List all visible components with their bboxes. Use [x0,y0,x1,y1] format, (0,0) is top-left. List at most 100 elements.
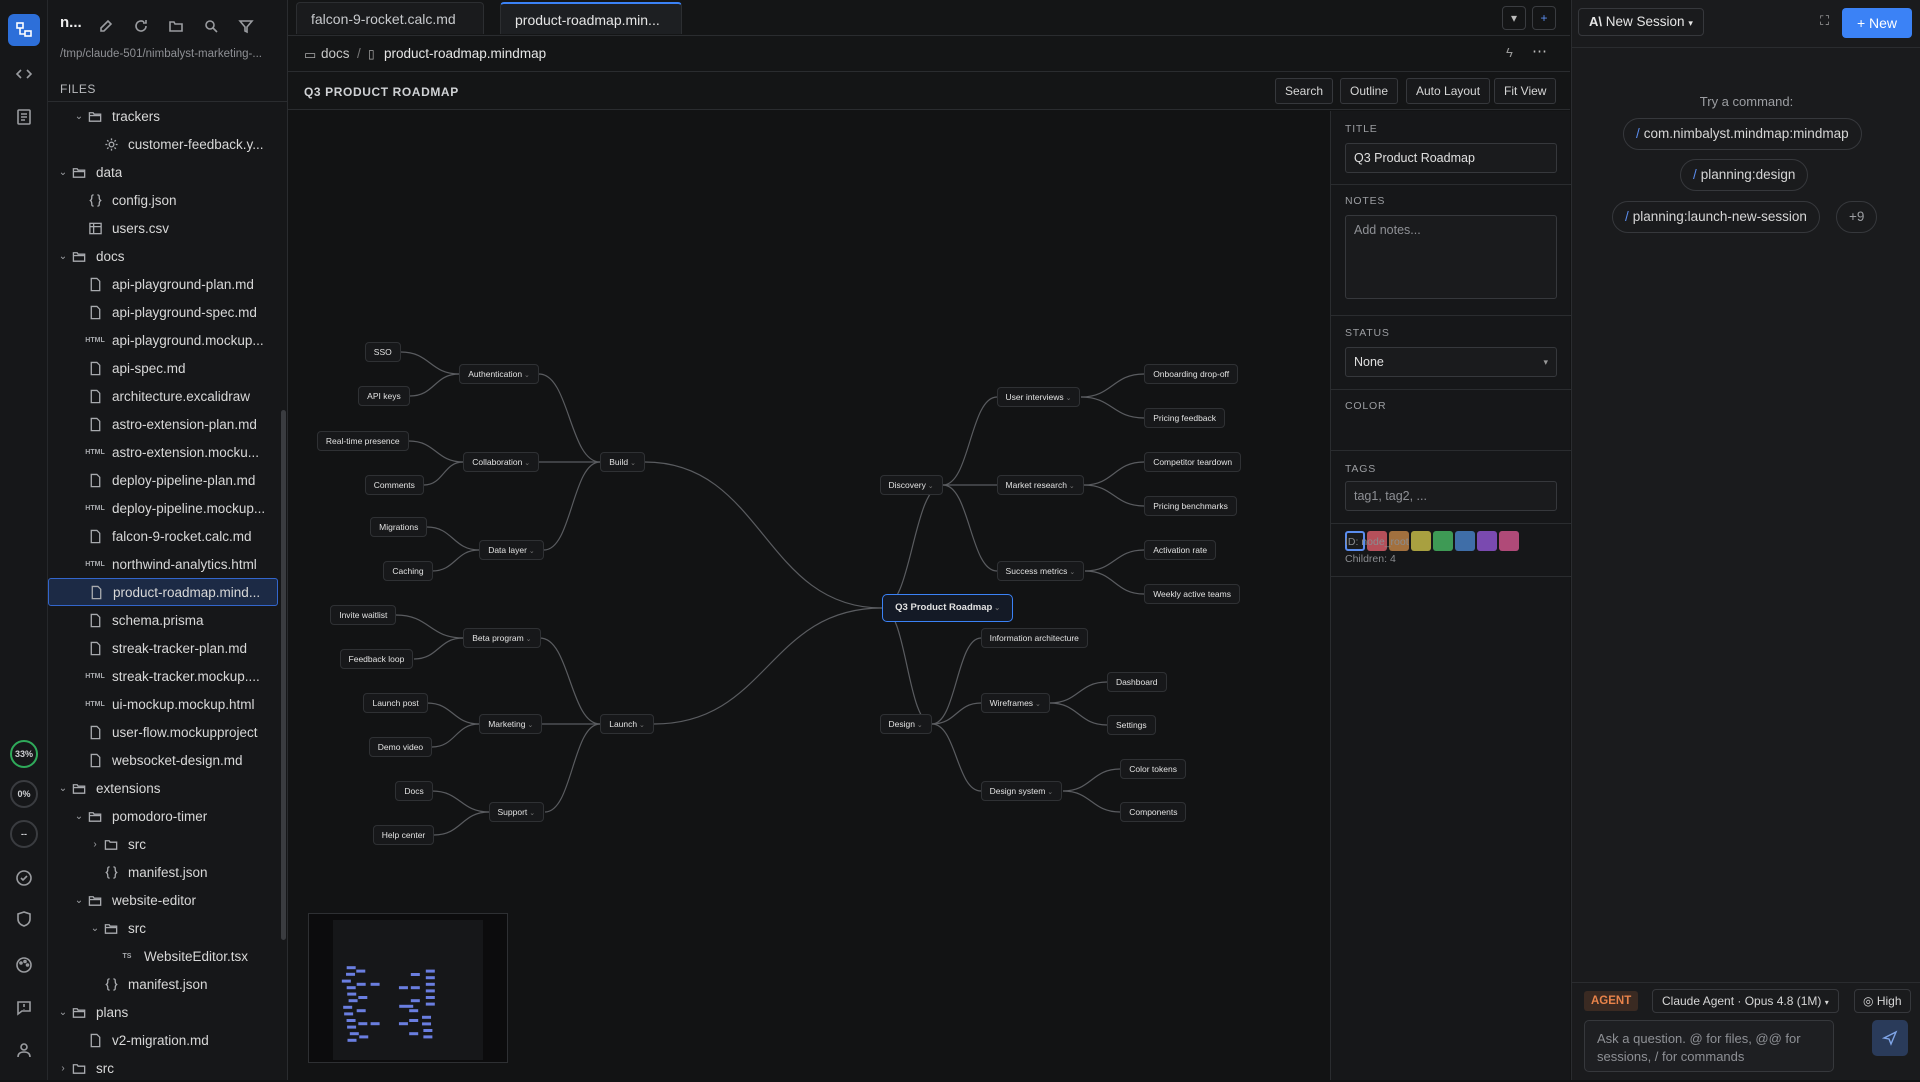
file-item[interactable]: product-roadmap.mind... [48,578,278,606]
file-item[interactable]: v2-migration.md [48,1026,280,1054]
new-button[interactable]: + New [1842,8,1912,38]
collapse-chevron-icon[interactable]: ⌄ [1033,701,1041,708]
mindmap-node-beta[interactable]: Beta program ⌄ [463,627,541,648]
command-chip-launch[interactable]: / planning:launch-new-session [1612,201,1820,233]
title-input[interactable]: Q3 Product Roadmap [1345,143,1557,173]
collapse-chevron-icon[interactable]: ⌄ [628,460,636,467]
progress-ring-1[interactable]: 33% [10,740,38,768]
files-view-icon[interactable] [8,14,40,46]
mindmap-node-wat[interactable]: Weekly active teams [1144,583,1240,604]
collapse-chevron-icon[interactable]: ⌄ [524,636,532,643]
color-swatch[interactable] [1433,531,1453,551]
file-item[interactable]: websocket-design.md [48,746,280,774]
file-item[interactable]: manifest.json [48,858,280,886]
mindmap-node-dashboard[interactable]: Dashboard [1106,671,1167,692]
new-session-dropdown[interactable]: A\ New Session ▾ [1578,8,1704,36]
chevron-icon[interactable]: ⌄ [56,251,70,262]
color-swatch[interactable] [1411,531,1431,551]
progress-ring-2[interactable]: 0% [10,780,38,808]
folder-item[interactable]: › src [48,1054,280,1082]
file-item[interactable]: astro-extension-plan.md [48,410,280,438]
mindmap-node-help[interactable]: Help center [372,824,435,845]
file-item[interactable]: HTML astro-extension.mocku... [48,438,280,466]
file-item[interactable]: streak-tracker-plan.md [48,634,280,662]
file-item[interactable]: HTML deploy-pipeline.mockup... [48,494,280,522]
breadcrumb-folder[interactable]: docs [321,46,350,61]
file-item[interactable]: api-spec.md [48,354,280,382]
mindmap-node-support[interactable]: Support ⌄ [488,801,545,822]
account-icon[interactable] [8,1034,40,1066]
chevron-icon[interactable]: ⌄ [56,1007,70,1018]
more-commands-chip[interactable]: +9 [1836,201,1878,233]
folder-item[interactable]: › src [48,830,280,858]
send-button[interactable] [1872,1020,1908,1056]
mindmap-node-discovery[interactable]: Discovery ⌄ [879,474,943,495]
minimap[interactable] [308,913,508,1063]
mindmap-node-activation[interactable]: Activation rate [1144,539,1217,560]
mindmap-node-launch[interactable]: Launch ⌄ [600,714,654,735]
folder-item[interactable]: ⌄ docs [48,242,280,270]
mindmap-node-apikeys[interactable]: API keys [358,385,410,406]
command-chip-design[interactable]: / planning:design [1680,159,1809,191]
mindmap-node-pricingfb[interactable]: Pricing feedback [1144,408,1226,429]
mindmap-node-sso[interactable]: SSO [364,341,401,362]
workspace-title[interactable]: n... [60,14,82,31]
search-button[interactable]: Search [1275,78,1334,104]
file-item[interactable]: HTML api-playground.mockup... [48,326,280,354]
file-item[interactable]: HTML streak-tracker.mockup.... [48,662,280,690]
collapse-chevron-icon[interactable]: ⌄ [527,810,535,817]
collapse-chevron-icon[interactable]: ⌄ [926,483,934,490]
refresh-icon[interactable] [133,18,149,34]
breadcrumb-file[interactable]: product-roadmap.mindmap [384,46,546,61]
mindmap-node-migrations[interactable]: Migrations [370,517,428,538]
file-item[interactable]: schema.prisma [48,606,280,634]
file-item[interactable]: TS WebsiteEditor.tsx [48,942,280,970]
mindmap-node-launchpost[interactable]: Launch post [363,692,428,713]
mindmap-node-designsys[interactable]: Design system ⌄ [980,780,1063,801]
mindmap-node-market[interactable]: Market research ⌄ [996,474,1084,495]
file-item[interactable]: config.json [48,186,280,214]
sidebar-scrollbar[interactable] [281,410,286,940]
outline-button[interactable]: Outline [1340,78,1399,104]
feedback-icon[interactable] [8,992,40,1024]
mindmap-node-wireframes[interactable]: Wireframes ⌄ [980,692,1050,713]
tags-input[interactable]: tag1, tag2, ... [1345,481,1557,511]
chevron-icon[interactable]: ⌄ [72,811,86,822]
mindmap-node-comments[interactable]: Comments [364,474,424,495]
mindmap-node-feedback[interactable]: Feedback loop [339,648,414,669]
notes-textarea[interactable]: Add notes... [1345,215,1557,299]
chevron-icon[interactable]: › [56,1063,70,1074]
collapse-chevron-icon[interactable]: ⌄ [915,722,923,729]
mindmap-node-datalayer[interactable]: Data layer ⌄ [479,539,544,560]
file-item[interactable]: falcon-9-rocket.calc.md [48,522,280,550]
folder-item[interactable]: ⌄ trackers [48,102,280,130]
color-swatch[interactable] [1477,531,1497,551]
edit-icon[interactable] [98,18,114,34]
mindmap-node-interviews[interactable]: User interviews ⌄ [996,386,1081,407]
expand-icon[interactable]: ⛶ [1820,13,1829,29]
color-swatch[interactable] [1499,531,1519,551]
mindmap-node-infoarch[interactable]: Information architecture [980,627,1088,648]
mindmap-node-metrics[interactable]: Success metrics ⌄ [996,561,1085,582]
folder-item[interactable]: ⌄ pomodoro-timer [48,802,280,830]
folder-icon[interactable] [168,18,184,34]
collapse-chevron-icon[interactable]: ⌄ [522,372,530,379]
mindmap-node-realtime[interactable]: Real-time presence [316,430,409,451]
tab-falcon-calc[interactable]: falcon-9-rocket.calc.md [296,2,484,34]
filter-icon[interactable] [238,18,254,34]
collapse-chevron-icon[interactable]: ⌄ [1067,483,1075,490]
mindmap-node-benchmarks[interactable]: Pricing benchmarks [1144,496,1237,516]
folder-item[interactable]: ⌄ src [48,914,280,942]
chevron-icon[interactable]: ⌄ [72,895,86,906]
chevron-icon[interactable]: ⌄ [72,111,86,122]
mindmap-node-root[interactable]: Q3 Product Roadmap ⌄ [882,594,1014,623]
mindmap-node-onboarding[interactable]: Onboarding drop-off [1144,364,1239,385]
auto-layout-button[interactable]: Auto Layout [1406,78,1491,104]
mindmap-node-auth[interactable]: Authentication ⌄ [459,364,539,385]
folder-item[interactable]: ⌄ website-editor [48,886,280,914]
command-chip-mindmap[interactable]: / com.nimbalyst.mindmap:mindmap [1623,118,1862,150]
agent-input[interactable]: Ask a question. @ for files, @@ for sess… [1584,1020,1834,1072]
collapse-chevron-icon[interactable]: ⌄ [1045,789,1053,796]
collapse-chevron-icon[interactable]: ⌄ [522,460,530,467]
file-item[interactable]: manifest.json [48,970,280,998]
